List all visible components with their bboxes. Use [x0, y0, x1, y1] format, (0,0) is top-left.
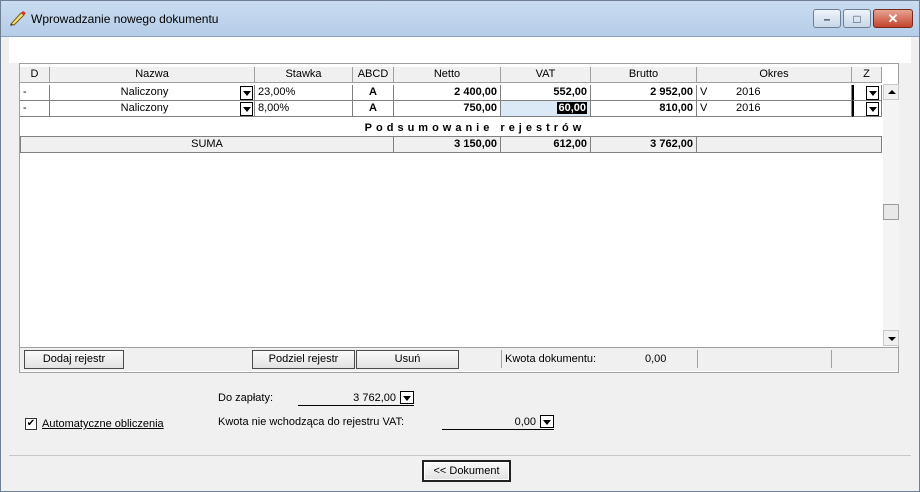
scroll-up-icon[interactable]: [883, 84, 899, 100]
row2-okres-year[interactable]: 2016: [733, 101, 852, 117]
row2-vat[interactable]: 60,00: [557, 102, 587, 114]
row2-d[interactable]: -: [20, 101, 50, 117]
window-title: Wprowadzanie nowego dokumentu: [31, 12, 219, 26]
row1-netto[interactable]: 2 400,00: [394, 85, 501, 101]
row2-stawka[interactable]: 8,00%: [255, 101, 353, 117]
close-icon: ✕: [887, 10, 899, 26]
do-zaplaty-value[interactable]: 3 762,00: [353, 392, 396, 404]
row1-stawka[interactable]: 23,00%: [255, 85, 353, 101]
close-button[interactable]: ✕: [873, 9, 913, 28]
divider: [501, 350, 502, 368]
row1-okres-type[interactable]: V: [697, 85, 733, 101]
chevron-down-icon[interactable]: [240, 86, 253, 100]
do-zaplaty-field[interactable]: 3 762,00: [298, 391, 414, 406]
divider: [697, 350, 698, 368]
summary-netto: 3 150,00: [394, 136, 501, 153]
maximize-button[interactable]: □: [843, 9, 871, 28]
maximize-icon: □: [853, 11, 861, 26]
add-register-button[interactable]: Dodaj rejestr: [24, 350, 124, 369]
row1-abcd[interactable]: A: [353, 85, 394, 101]
register-grid: D Nazwa Stawka ABCD Netto VAT Brutto Okr…: [19, 63, 899, 373]
chevron-down-icon[interactable]: [866, 102, 879, 116]
delete-button[interactable]: Usuń: [356, 350, 459, 369]
pen-icon: [10, 11, 26, 26]
column-header-stawka[interactable]: Stawka: [255, 67, 353, 83]
row2-netto[interactable]: 750,00: [394, 101, 501, 117]
kwota-nie-label: Kwota nie wchodząca do rejestru VAT:: [218, 416, 405, 428]
client-area: D Nazwa Stawka ABCD Netto VAT Brutto Okr…: [9, 37, 911, 485]
chevron-down-icon[interactable]: [866, 86, 879, 100]
chevron-down-icon[interactable]: [540, 415, 554, 428]
row2-okres-type[interactable]: V: [697, 101, 733, 117]
minimize-icon: –: [823, 11, 831, 26]
row2-nazwa[interactable]: Naliczony: [50, 101, 255, 117]
summary-brutto: 3 762,00: [591, 136, 697, 153]
chevron-down-icon[interactable]: [240, 102, 253, 116]
column-header-d[interactable]: D: [20, 67, 50, 83]
scroll-down-icon[interactable]: [883, 330, 899, 346]
app-window: Wprowadzanie nowego dokumentu – □ ✕ D Na…: [0, 0, 920, 492]
top-panel: [9, 37, 911, 63]
row1-brutto[interactable]: 2 952,00: [591, 85, 697, 101]
grid-action-bar: Dodaj rejestr Podziel rejestr Usuń Kwota…: [20, 347, 898, 371]
summary-label: SUMA: [20, 136, 394, 153]
row2-brutto[interactable]: 810,00: [591, 101, 697, 117]
kwota-nie-value[interactable]: 0,00: [515, 416, 536, 428]
title-bar: Wprowadzanie nowego dokumentu – □ ✕: [1, 1, 919, 37]
footer-bar: << Dokument: [9, 455, 911, 485]
doc-amount-label: Kwota dokumentu:: [505, 353, 597, 365]
row1-okres-year[interactable]: 2016: [733, 85, 852, 101]
column-header-nazwa[interactable]: Nazwa: [50, 67, 255, 83]
divider: [831, 350, 832, 368]
row1-d[interactable]: -: [20, 85, 50, 101]
split-register-button[interactable]: Podziel rejestr: [252, 350, 355, 369]
summary-vat: 612,00: [501, 136, 591, 153]
row1-vat[interactable]: 552,00: [501, 85, 591, 101]
doc-amount-value: 0,00: [645, 353, 667, 365]
chevron-down-icon[interactable]: [400, 391, 414, 404]
summary-empty: [697, 136, 882, 153]
row2-abcd[interactable]: A: [353, 101, 394, 117]
row2-vat-cell[interactable]: 60,00: [501, 101, 591, 117]
column-header-abcd[interactable]: ABCD: [353, 67, 394, 83]
vertical-scrollbar[interactable]: [883, 84, 899, 346]
row1-nazwa[interactable]: Naliczony: [50, 85, 255, 101]
summary-title: Podsumowanie rejestrów: [364, 122, 586, 134]
auto-calc-label[interactable]: Automatyczne obliczenia: [42, 418, 164, 430]
scroll-thumb[interactable]: [883, 204, 899, 220]
column-header-z[interactable]: Z: [852, 67, 882, 83]
column-header-vat[interactable]: VAT: [501, 67, 591, 83]
checkmark-icon: ✔: [26, 418, 36, 429]
column-header-okres[interactable]: Okres: [697, 67, 852, 83]
column-header-brutto[interactable]: Brutto: [591, 67, 697, 83]
column-header-netto[interactable]: Netto: [394, 67, 501, 83]
back-to-document-button[interactable]: << Dokument: [422, 460, 511, 482]
do-zaplaty-label: Do zapłaty:: [218, 392, 274, 404]
kwota-nie-field[interactable]: 0,00: [442, 415, 554, 430]
minimize-button[interactable]: –: [813, 9, 841, 28]
auto-calc-checkbox[interactable]: ✔: [25, 418, 37, 430]
